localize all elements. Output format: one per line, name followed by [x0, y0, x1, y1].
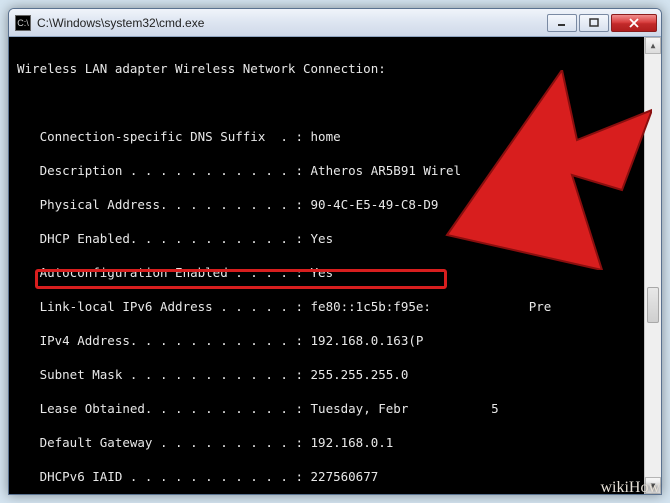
section-header: Wireless LAN adapter Wireless Network Co…: [17, 60, 653, 77]
window-controls: [545, 14, 657, 32]
titlebar[interactable]: C:\ C:\Windows\system32\cmd.exe: [9, 9, 661, 37]
console-output: Wireless LAN adapter Wireless Network Co…: [9, 37, 661, 494]
vertical-scrollbar[interactable]: ▲ ▼: [644, 37, 661, 494]
scroll-up-button[interactable]: ▲: [645, 37, 661, 54]
output-line: Lease Obtained. . . . . . . . . . : Tues…: [17, 400, 653, 417]
cmd-window: C:\ C:\Windows\system32\cmd.exe Wireless…: [8, 8, 662, 495]
watermark: wikiHow: [600, 479, 660, 497]
default-gateway-line: Default Gateway . . . . . . . . . : 192.…: [17, 434, 653, 451]
close-button[interactable]: [611, 14, 657, 32]
scroll-thumb[interactable]: [647, 287, 659, 323]
output-line: DHCP Enabled. . . . . . . . . . . : Yes: [17, 230, 653, 247]
output-line: Physical Address. . . . . . . . . : 90-4…: [17, 196, 653, 213]
output-line: Link-local IPv6 Address . . . . . : fe80…: [17, 298, 653, 315]
output-line: Description . . . . . . . . . . . : Athe…: [17, 162, 653, 179]
output-line: Subnet Mask . . . . . . . . . . . : 255.…: [17, 366, 653, 383]
output-line: IPv4 Address. . . . . . . . . . . : 192.…: [17, 332, 653, 349]
output-line: Connection-specific DNS Suffix . : home: [17, 128, 653, 145]
maximize-button[interactable]: [579, 14, 609, 32]
output-line: DHCPv6 IAID . . . . . . . . . . . : 2275…: [17, 468, 653, 485]
cmd-icon: C:\: [15, 15, 31, 31]
window-title: C:\Windows\system32\cmd.exe: [37, 16, 545, 30]
scroll-track[interactable]: [645, 54, 661, 477]
output-line: Autoconfiguration Enabled . . . . : Yes: [17, 264, 653, 281]
minimize-button[interactable]: [547, 14, 577, 32]
